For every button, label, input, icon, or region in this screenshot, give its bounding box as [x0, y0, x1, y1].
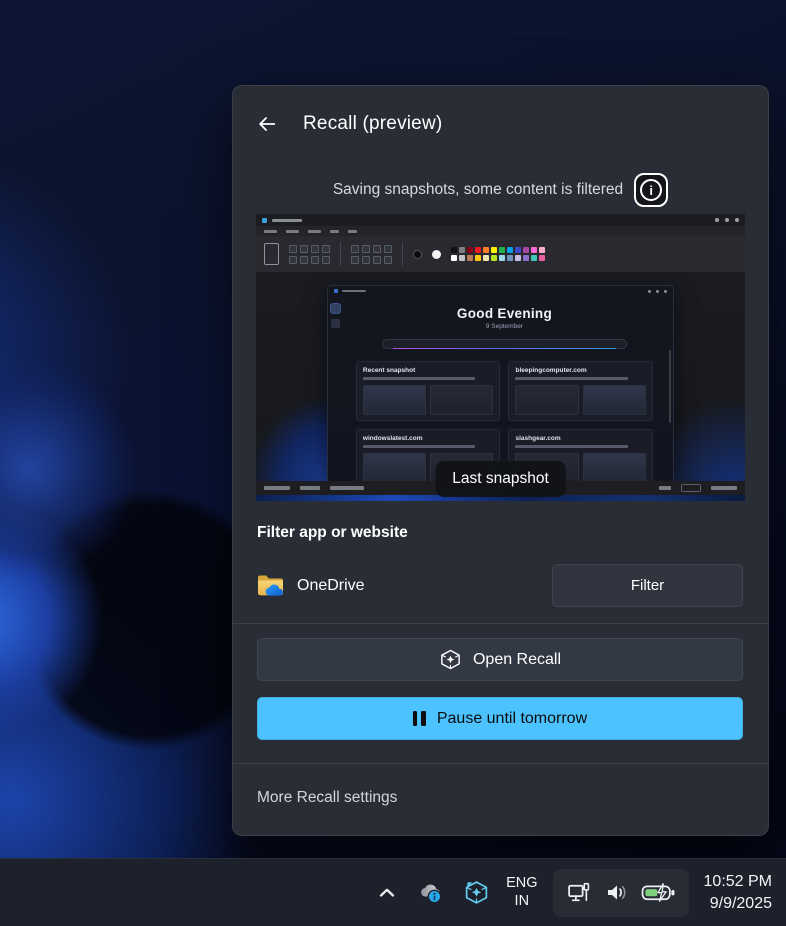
network-icon — [566, 880, 593, 905]
pause-until-tomorrow-button[interactable]: Pause until tomorrow — [257, 697, 743, 740]
info-button[interactable]: i — [634, 173, 668, 207]
window-controls-icons — [715, 218, 739, 222]
panel-header: Recall (preview) — [249, 108, 442, 140]
divider — [233, 763, 768, 764]
paint-titlebar — [256, 214, 745, 226]
chevron-up-icon — [375, 881, 399, 905]
recall-tray-button[interactable] — [461, 878, 491, 908]
last-snapshot-label: Last snapshot — [435, 461, 566, 497]
window-controls-icons — [648, 290, 667, 293]
taskbar: ENG IN — [0, 858, 786, 926]
back-button[interactable] — [249, 108, 285, 140]
status-row: Saving snapshots, some content is filter… — [233, 170, 768, 210]
paint-app-icon — [262, 218, 267, 223]
open-recall-button[interactable]: Open Recall — [257, 638, 743, 681]
greeting-text: Good Evening — [348, 306, 661, 321]
paint-canvas: Good Evening 9 September Recent snapshot… — [256, 272, 745, 481]
last-snapshot-thumbnail[interactable]: Good Evening 9 September Recent snapshot… — [256, 214, 745, 501]
onedrive-tray-button[interactable] — [416, 878, 446, 908]
recall-icon — [439, 648, 462, 671]
recall-search-bar — [382, 339, 626, 349]
page-title: Recall (preview) — [303, 113, 442, 135]
screen: Recall (preview) Saving snapshots, some … — [0, 0, 786, 926]
paint-toolbar — [256, 236, 745, 272]
back-arrow-icon — [256, 113, 278, 135]
paint-menubar — [256, 226, 745, 236]
recall-flyout-panel: Recall (preview) Saving snapshots, some … — [232, 85, 769, 836]
onedrive-cloud-icon — [417, 881, 445, 905]
color-palette — [451, 247, 545, 261]
filter-app-row: OneDrive Filter — [257, 564, 743, 607]
system-tray: ENG IN — [373, 859, 772, 926]
snapshot-card: Recent snapshot — [356, 361, 501, 421]
filter-button[interactable]: Filter — [552, 564, 743, 607]
scrollbar — [669, 350, 671, 423]
recall-app-window: Good Evening 9 September Recent snapshot… — [327, 285, 674, 481]
primary-color-swatch — [413, 250, 422, 259]
recall-tray-icon — [463, 879, 490, 906]
selection-tool-icon — [264, 243, 279, 265]
greeting-date: 9 September — [348, 323, 661, 330]
filter-app-name: OneDrive — [297, 577, 365, 595]
language-indicator[interactable]: ENG IN — [506, 875, 537, 910]
onedrive-folder-icon — [257, 574, 284, 597]
divider — [233, 623, 768, 624]
clock[interactable]: 10:52 PM 9/9/2025 — [704, 871, 772, 913]
recall-nav-rail — [328, 296, 344, 481]
paint-tools-icons — [289, 245, 330, 264]
clock-time: 10:52 PM — [704, 871, 772, 892]
volume-icon — [604, 880, 630, 905]
info-icon: i — [640, 179, 662, 201]
snapshot-card: bleepingcomputer.com — [508, 361, 653, 421]
quick-settings-button[interactable] — [553, 869, 689, 917]
status-text: Saving snapshots, some content is filter… — [333, 181, 623, 199]
paint-shapes-icons — [351, 245, 392, 264]
pause-icon — [413, 711, 426, 726]
recall-window-icon — [334, 289, 338, 293]
secondary-color-swatch — [432, 250, 441, 259]
show-hidden-icons-button[interactable] — [373, 878, 401, 908]
clock-date: 9/9/2025 — [704, 893, 772, 914]
more-recall-settings-link[interactable]: More Recall settings — [257, 789, 397, 807]
battery-charging-icon — [641, 882, 676, 903]
filter-section-heading: Filter app or website — [257, 524, 408, 542]
